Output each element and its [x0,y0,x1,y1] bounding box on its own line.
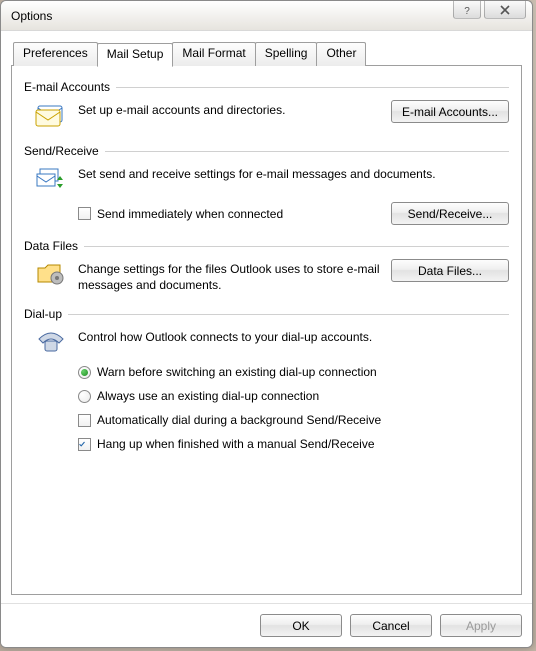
dial-up-text: Control how Outlook connects to your dia… [78,327,509,345]
email-accounts-text: Set up e-mail accounts and directories. [78,100,381,118]
group-title-dialup: Dial-up [24,307,68,321]
group-send-receive: Send/Receive Set send and receive sett [24,144,509,225]
tab-spelling[interactable]: Spelling [255,42,318,66]
send-receive-text: Set send and receive settings for e-mail… [78,164,509,182]
phone-icon [34,327,68,357]
cancel-button[interactable]: Cancel [350,614,432,637]
envelope-icon [34,100,68,130]
auto-dial-label: Automatically dial during a background S… [97,413,381,427]
tab-mail-format[interactable]: Mail Format [172,42,255,66]
checkbox-auto-dial[interactable]: Automatically dial during a background S… [78,411,509,429]
checkbox-box [78,438,91,451]
client-area: Preferences Mail Setup Mail Format Spell… [1,31,532,603]
send-immediately-checkbox[interactable]: Send immediately when connected [78,205,283,223]
tabstrip: Preferences Mail Setup Mail Format Spell… [11,41,522,65]
help-button[interactable]: ? [453,1,481,19]
checkbox-box [78,207,91,220]
titlebar: Options ? [1,1,532,31]
tab-page-mail-setup: E-mail Accounts Set up e-mail accounts a… [11,65,522,595]
radio-dot [78,366,91,379]
hang-up-label: Hang up when finished with a manual Send… [97,437,375,451]
send-receive-icon [34,164,68,194]
tab-mail-setup[interactable]: Mail Setup [97,43,174,67]
radio-dot [78,390,91,403]
tab-other[interactable]: Other [316,42,366,66]
options-dialog: Options ? Preferences Mail Setup Mail Fo… [0,0,533,648]
radio-warn-label: Warn before switching an existing dial-u… [97,365,377,379]
group-data-files: Data Files Change settings for the files… [24,239,509,293]
data-files-icon [34,259,68,289]
svg-text:?: ? [464,6,470,15]
window-title: Options [11,9,52,23]
group-title-email: E-mail Accounts [24,80,116,94]
checkbox-box [78,414,91,427]
group-title-sendrecv: Send/Receive [24,144,105,158]
send-receive-button[interactable]: Send/Receive... [391,202,509,225]
radio-warn-before-switching[interactable]: Warn before switching an existing dial-u… [78,363,509,381]
group-dial-up: Dial-up Control how Outlook connects to … [24,307,509,453]
checkbox-hang-up[interactable]: Hang up when finished with a manual Send… [78,435,509,453]
radio-always-use-existing[interactable]: Always use an existing dial-up connectio… [78,387,509,405]
group-title-datafiles: Data Files [24,239,84,253]
radio-always-label: Always use an existing dial-up connectio… [97,389,319,403]
close-button[interactable] [484,1,526,19]
data-files-button[interactable]: Data Files... [391,259,509,282]
apply-button[interactable]: Apply [440,614,522,637]
email-accounts-button[interactable]: E-mail Accounts... [391,100,509,123]
send-immediately-label: Send immediately when connected [97,207,283,221]
data-files-text: Change settings for the files Outlook us… [78,259,381,293]
tab-preferences[interactable]: Preferences [13,42,98,66]
ok-button[interactable]: OK [260,614,342,637]
group-email-accounts: E-mail Accounts Set up e-mail accounts a… [24,80,509,130]
dialog-buttons: OK Cancel Apply [1,603,532,647]
